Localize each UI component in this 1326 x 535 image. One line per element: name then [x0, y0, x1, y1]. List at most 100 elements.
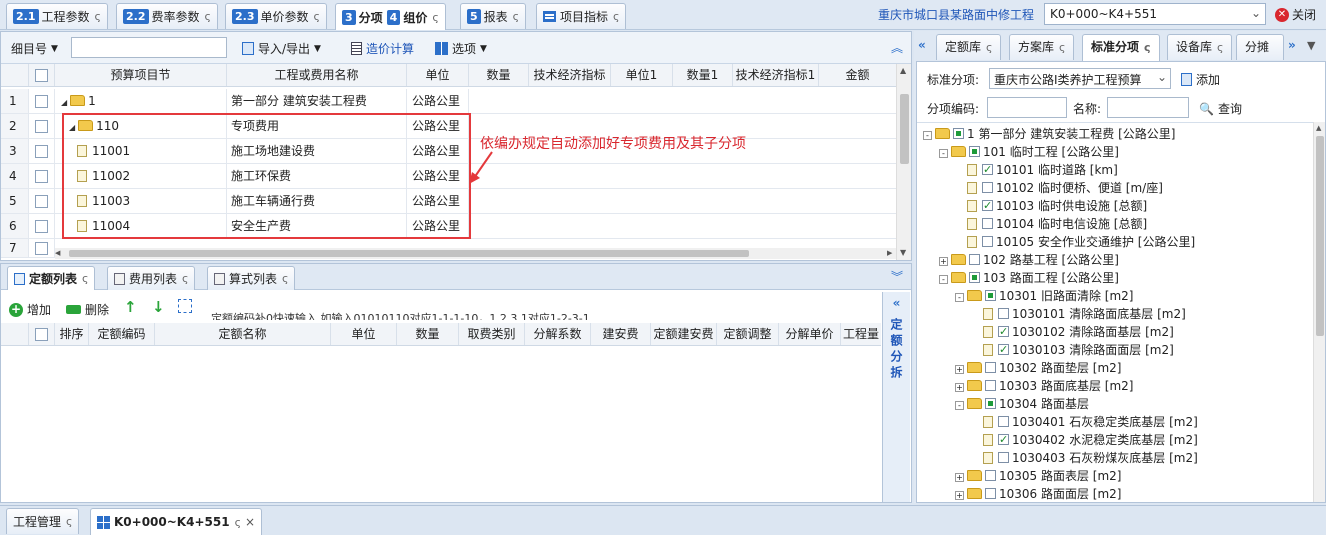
header-quantity[interactable]: 数量 — [469, 64, 529, 86]
scroll-thumb[interactable] — [900, 94, 909, 164]
select-all-checkbox[interactable] — [29, 64, 55, 86]
tree-checkbox[interactable] — [982, 197, 993, 215]
refresh-icon[interactable]: ς — [986, 41, 992, 54]
tree-checkbox[interactable] — [998, 323, 1009, 341]
item-number-dropdown[interactable]: 细目号 ▼ — [11, 40, 58, 57]
refresh-icon[interactable]: ς — [282, 272, 288, 285]
name-input[interactable] — [1107, 97, 1189, 118]
tree-checkbox[interactable] — [982, 236, 993, 247]
tree-checkbox[interactable] — [969, 146, 980, 157]
quota-split-side-tab[interactable]: « 定额分拆 — [882, 292, 910, 502]
row-checkbox[interactable] — [29, 239, 55, 257]
tree-checkbox[interactable] — [982, 218, 993, 229]
collapse-node-icon[interactable]: - — [939, 149, 948, 158]
refresh-icon[interactable]: ς — [314, 10, 320, 23]
header-section[interactable]: 预算项目节 — [55, 64, 227, 86]
tree-checkbox[interactable] — [998, 416, 1009, 427]
horizontal-scrollbar[interactable]: ◀ ▶ — [55, 248, 896, 259]
tab-items-pricing[interactable]: 3 分项 4 组价 ς — [335, 3, 446, 30]
tab-reports[interactable]: 5 报表 ς — [460, 3, 527, 29]
tab-quota-library[interactable]: 定额库 ς — [936, 34, 1002, 60]
scroll-tabs-left-icon[interactable]: « — [918, 38, 926, 52]
expand-node-icon[interactable]: + — [955, 473, 964, 482]
tree-node[interactable]: - 10304 路面基层 — [917, 395, 1089, 413]
tree-checkbox[interactable] — [985, 290, 996, 301]
scroll-up-icon[interactable]: ▲ — [1316, 124, 1321, 132]
scroll-up-icon[interactable]: ▲ — [900, 66, 906, 75]
tree-node[interactable]: 10101 临时道路 [km] — [917, 161, 1118, 179]
tree-node[interactable]: +102 路基工程 [公路公里] — [917, 251, 1119, 269]
tab-quota-list[interactable]: 定额列表 ς — [7, 266, 96, 290]
expand-triangle-icon[interactable]: ◢ — [61, 98, 67, 107]
refresh-icon[interactable]: ς — [182, 272, 188, 285]
standard-select[interactable]: 重庆市公路Ⅰ类养护工程预算 ⌄ — [989, 68, 1171, 89]
row-checkbox[interactable] — [29, 164, 55, 188]
expand-node-icon[interactable]: + — [939, 257, 948, 266]
tab-rate-params[interactable]: 2.2 费率参数 ς — [116, 3, 218, 29]
refresh-icon[interactable]: ς — [1144, 41, 1151, 54]
tree-checkbox[interactable] — [985, 362, 996, 373]
collapse-node-icon[interactable]: - — [923, 131, 932, 140]
tree-checkbox[interactable] — [969, 272, 980, 283]
tree-checkbox[interactable] — [985, 488, 996, 499]
tree-node[interactable]: 10102 临时便桥、便道 [m/座] — [917, 179, 1163, 197]
tab-fee-list[interactable]: 费用列表 ς — [107, 266, 196, 290]
header-fee-category[interactable]: 取费类别 — [459, 323, 525, 345]
scroll-right-icon[interactable]: ▶ — [887, 250, 895, 257]
refresh-icon[interactable]: ς — [235, 516, 241, 529]
collapse-left-icon[interactable]: « — [883, 296, 910, 310]
tab-project-indicators[interactable]: 项目指标 ς — [536, 3, 627, 29]
tree-node[interactable]: 10103 临时供电设施 [总额] — [917, 197, 1147, 215]
scroll-thumb[interactable] — [1316, 136, 1324, 336]
tree-vertical-scrollbar[interactable]: ▲ — [1313, 122, 1325, 502]
tab-equipment-library[interactable]: 设备库 ς — [1167, 34, 1233, 60]
header-unit[interactable]: 单位 — [331, 323, 397, 345]
header-order[interactable]: 排序 — [55, 323, 89, 345]
tree-checkbox[interactable] — [985, 398, 996, 409]
header-unit[interactable]: 单位 — [407, 64, 469, 86]
tree-checkbox[interactable] — [998, 341, 1009, 359]
header-quantity[interactable]: 数量 — [397, 323, 459, 345]
collapse-up-icon[interactable]: ︽ — [891, 39, 903, 56]
close-icon[interactable]: × — [245, 515, 255, 529]
collapse-node-icon[interactable]: - — [939, 275, 948, 284]
tree-node[interactable]: 1030101 清除路面底基层 [m2] — [917, 305, 1186, 323]
header-install-fee[interactable]: 建安费 — [591, 323, 651, 345]
tree-node[interactable]: +10305 路面表层 [m2] — [917, 467, 1122, 485]
options-button[interactable]: 选项 ▼ — [435, 40, 487, 57]
vertical-scrollbar[interactable]: ▲ ▼ — [896, 64, 911, 260]
refresh-icon[interactable]: ς — [66, 515, 72, 528]
refresh-icon[interactable]: ς — [513, 10, 519, 23]
stake-range-select[interactable]: K0+000~K4+551 ⌄ — [1044, 3, 1266, 25]
row-checkbox[interactable] — [29, 189, 55, 213]
add-standard-button[interactable]: 添加 — [1181, 71, 1220, 88]
delete-button[interactable]: 删除 — [66, 301, 109, 318]
tree-node[interactable]: +10303 路面底基层 [m2] — [917, 377, 1134, 395]
tree-checkbox[interactable] — [953, 128, 964, 139]
calc-button[interactable]: 造价计算 — [351, 40, 414, 57]
tree-structure-icon[interactable] — [178, 299, 192, 313]
tab-project-management[interactable]: 工程管理 ς — [6, 508, 80, 534]
tab-standard-items[interactable]: 标准分项 ς — [1082, 34, 1160, 61]
tree-checkbox[interactable] — [985, 470, 996, 481]
header-tech-index1[interactable]: 技术经济指标1 — [733, 64, 819, 86]
expand-node-icon[interactable]: + — [955, 365, 964, 374]
header-quota-name[interactable]: 定额名称 — [155, 323, 331, 345]
tree-checkbox[interactable] — [998, 452, 1009, 463]
close-button[interactable]: ✕ 关闭 — [1275, 6, 1316, 23]
header-amount[interactable]: 金额 — [819, 64, 896, 86]
collapse-node-icon[interactable]: - — [955, 293, 964, 302]
refresh-icon[interactable]: ς — [613, 10, 619, 23]
scroll-left-icon[interactable]: ◀ — [55, 250, 63, 257]
header-tech-index[interactable]: 技术经济指标 — [529, 64, 611, 86]
tab-unit-price-params[interactable]: 2.3 单价参数 ς — [225, 3, 327, 29]
tree-node[interactable]: 10105 安全作业交通维护 [公路公里] — [917, 233, 1195, 251]
move-down-icon[interactable]: ↓ — [152, 298, 165, 316]
project-name-link[interactable]: 重庆市城口县某路面中修工程 — [878, 6, 1034, 23]
refresh-icon[interactable]: ς — [432, 11, 438, 24]
query-button[interactable]: 🔍 查询 — [1199, 100, 1242, 117]
scroll-thumb[interactable] — [69, 250, 749, 257]
tree-node[interactable]: 1030403 石灰粉煤灰底基层 [m2] — [917, 449, 1198, 467]
tree-node[interactable]: +10302 路面垫层 [m2] — [917, 359, 1122, 377]
refresh-icon[interactable]: ς — [1059, 41, 1065, 54]
